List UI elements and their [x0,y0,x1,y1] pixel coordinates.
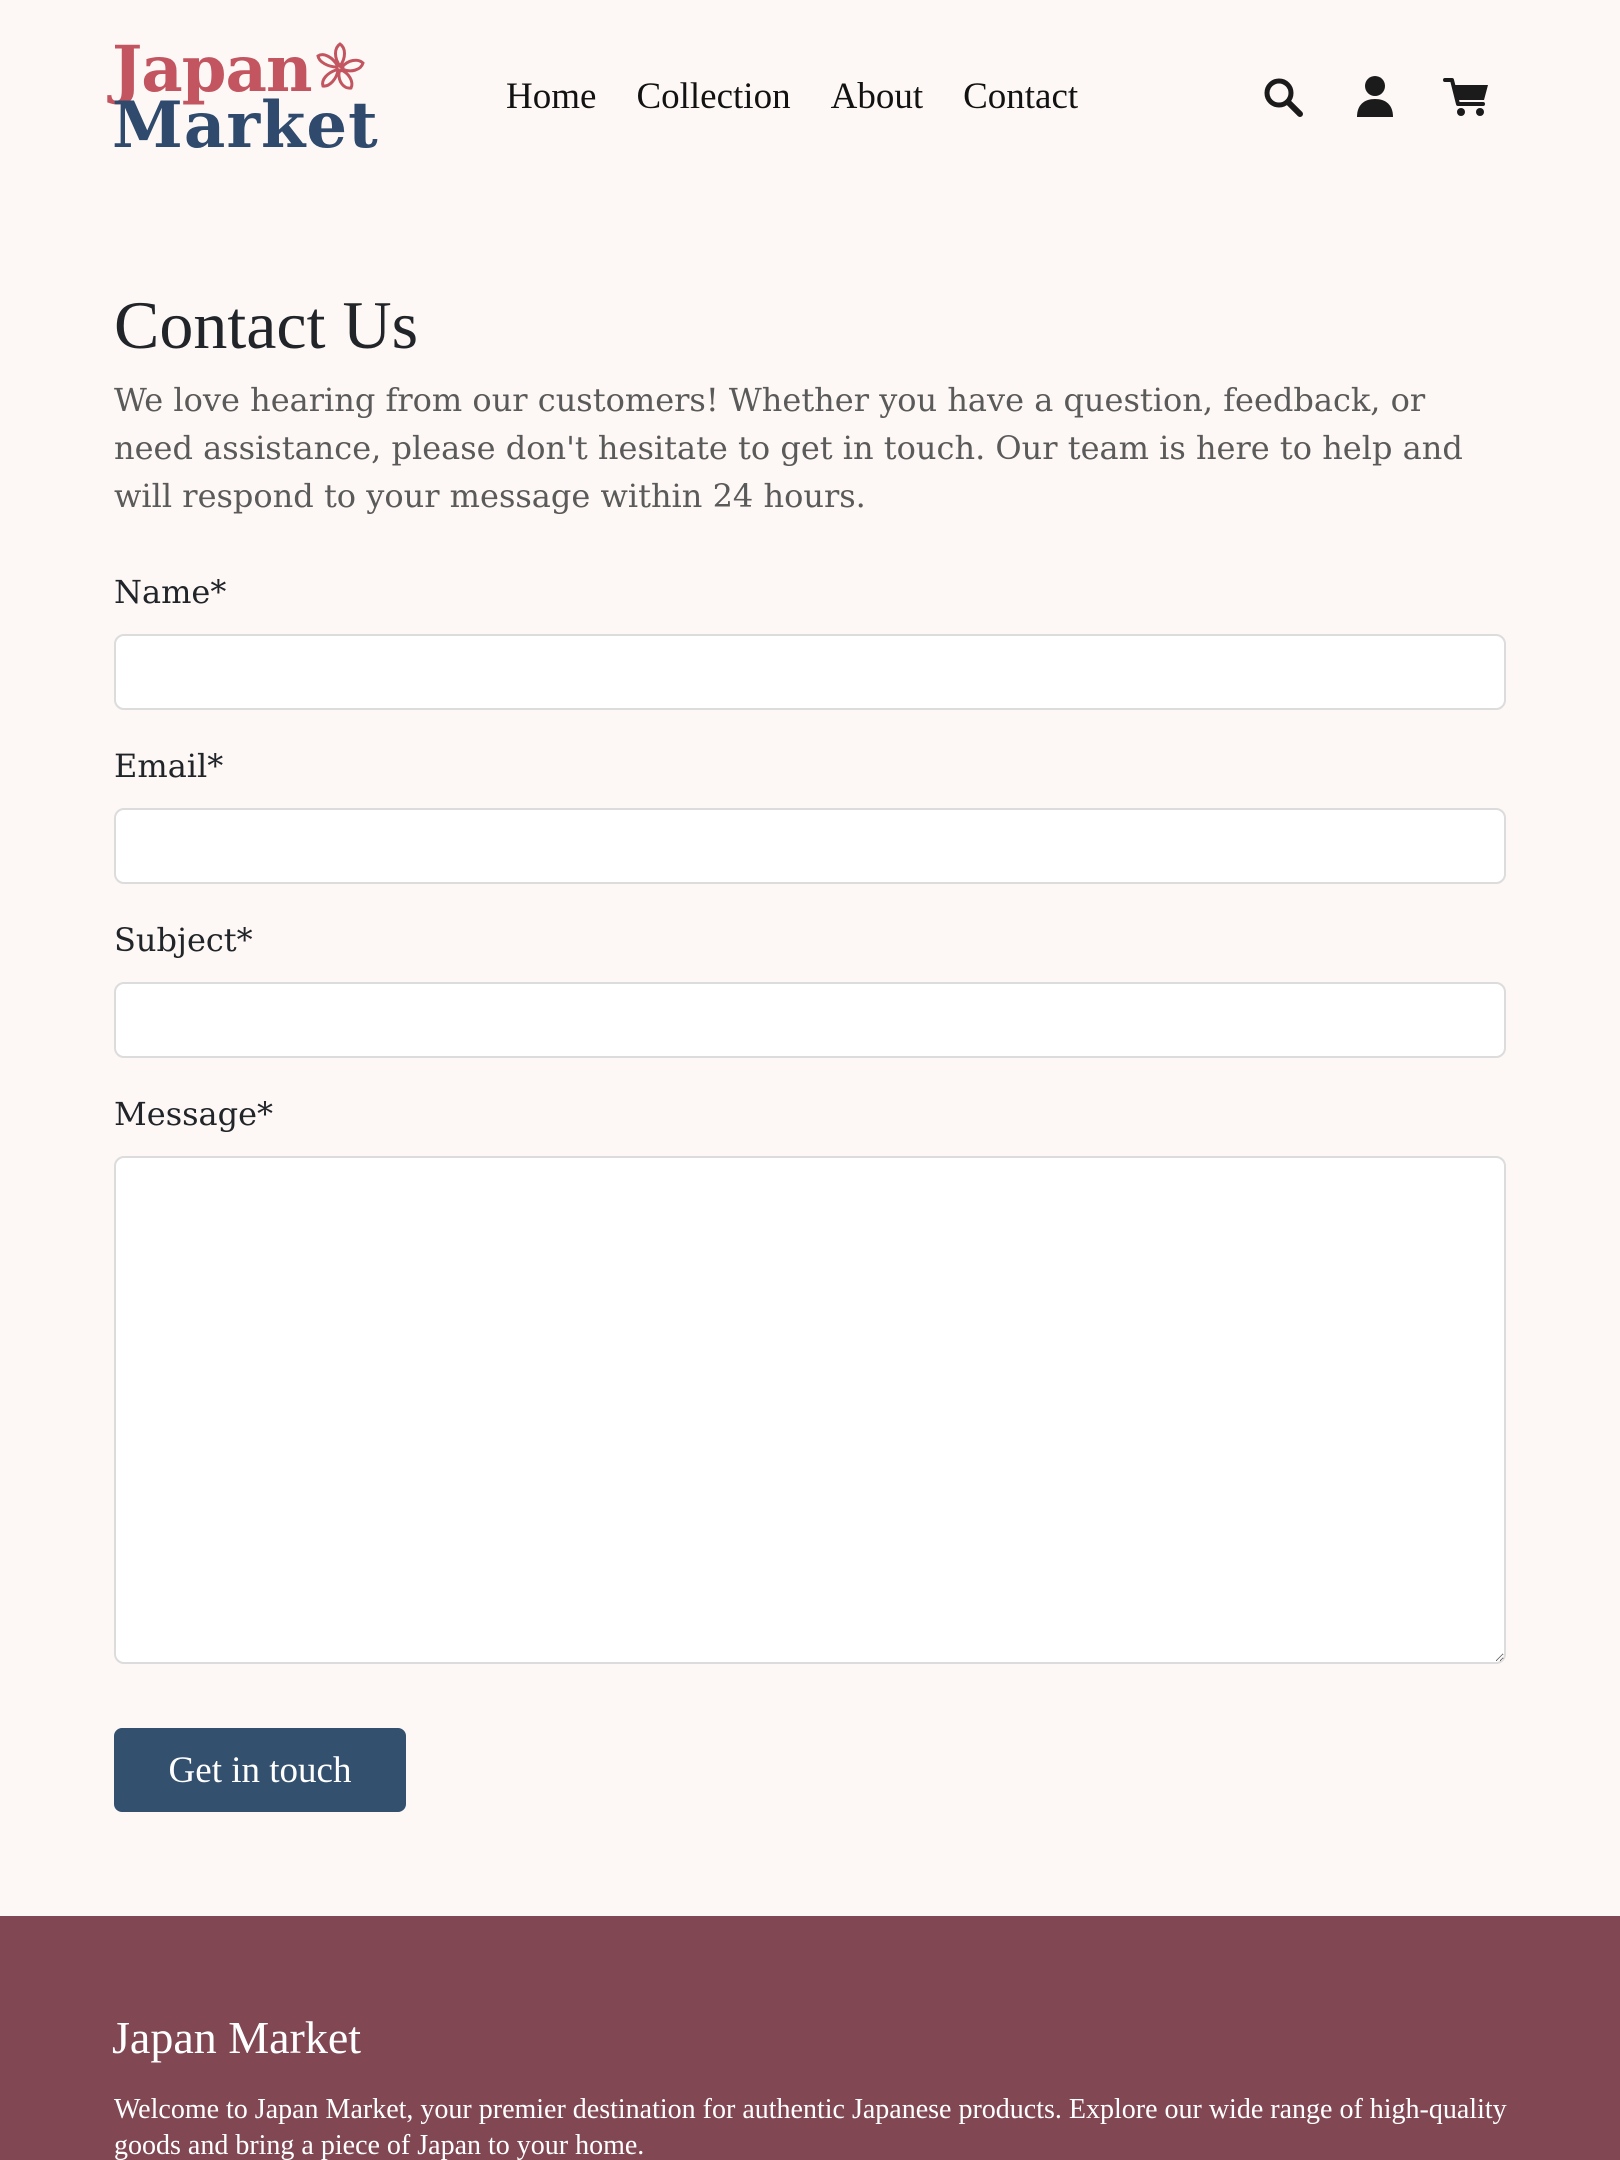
user-icon[interactable] [1350,72,1400,122]
email-input[interactable] [114,808,1506,884]
cart-icon[interactable] [1442,72,1492,122]
nav-collection[interactable]: Collection [636,72,790,122]
page-title: Contact Us [114,287,419,363]
search-icon[interactable] [1258,72,1308,122]
contact-form: Name* Email* Subject* Message* Get in to… [114,570,1506,1812]
get-in-touch-button[interactable]: Get in touch [114,1728,406,1812]
email-label: Email* [114,747,224,785]
message-textarea[interactable] [114,1156,1506,1664]
nav-contact[interactable]: Contact [963,72,1078,122]
footer-text: Welcome to Japan Market, your premier de… [114,2094,1507,2160]
nav-about[interactable]: About [831,72,924,122]
footer-title: Japan Market [112,2012,362,2063]
message-label: Message* [114,1095,274,1133]
header-icons [1258,72,1492,122]
logo-text-market: Market [112,88,379,163]
name-label: Name* [114,573,227,611]
subject-input[interactable] [114,982,1506,1058]
nav-home[interactable]: Home [506,72,596,122]
subject-label: Subject* [114,921,253,959]
main-nav: Home Collection About Contact [506,72,1118,122]
intro-text: We love hearing from our customers! Whet… [114,381,1463,515]
name-input[interactable] [114,634,1506,710]
site-header: Japan Market Home Collection About Conta… [0,0,1620,200]
main-content: Contact Us We love hearing from our cust… [114,280,1506,1812]
logo[interactable]: Japan Market [112,34,378,162]
site-footer: Japan Market Welcome to Japan Market, yo… [0,1916,1620,2160]
